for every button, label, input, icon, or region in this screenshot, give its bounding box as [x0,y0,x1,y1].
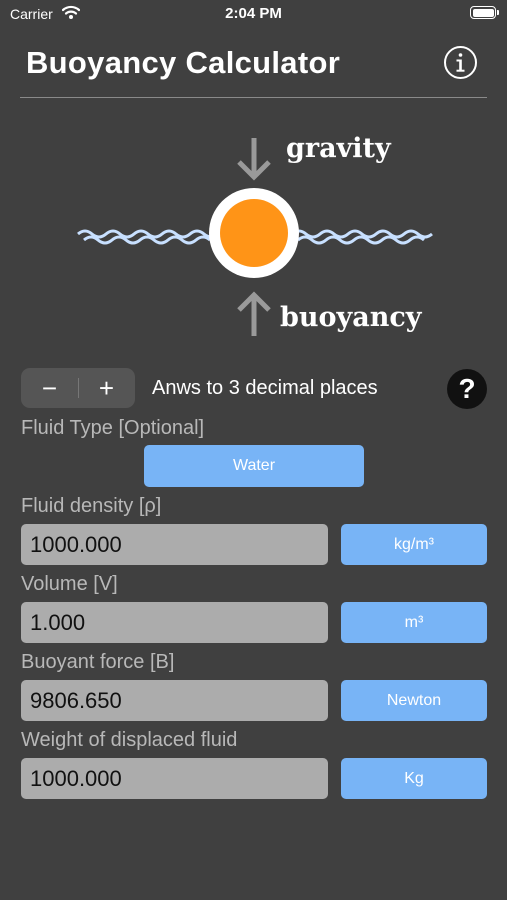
fluid-type-button[interactable]: Water [144,445,364,487]
gravity-arrow-icon [237,138,271,181]
header-divider [20,97,487,98]
app-screen: Carrier 2:04 PM Buoyancy Calculator grav… [0,0,507,900]
force-input[interactable] [21,680,328,721]
density-label: Fluid density [ρ] [21,495,162,517]
weight-unit-button[interactable]: Kg [341,758,487,799]
force-unit-button[interactable]: Newton [341,680,487,721]
fluid-type-label: Fluid Type [Optional] [21,417,205,439]
force-label: Buoyant force [B] [21,651,175,673]
floating-ball-icon [209,188,299,278]
increment-button[interactable]: + [78,368,135,408]
buoyancy-arrow-icon [237,291,271,336]
battery-icon [470,6,499,19]
status-time: 2:04 PM [225,5,282,22]
page-title: Buoyancy Calculator [26,45,341,80]
weight-input[interactable] [21,758,328,799]
volume-label: Volume [V] [21,573,118,595]
volume-unit-button[interactable]: m³ [341,602,487,643]
weight-label: Weight of displaced fluid [21,729,238,751]
info-icon[interactable] [443,45,478,80]
density-unit-button[interactable]: kg/m³ [341,524,487,565]
decimal-stepper[interactable]: − + [21,368,135,408]
gravity-label: gravity [286,133,391,164]
volume-input[interactable] [21,602,328,643]
decimal-places-label: Anws to 3 decimal places [152,377,378,399]
buoyancy-diagram: gravity buoyancy [0,130,507,345]
status-bar: Carrier 2:04 PM [0,0,507,28]
buoyancy-label: buoyancy [280,302,422,333]
help-icon[interactable]: ? [447,369,487,409]
decrement-button[interactable]: − [21,368,78,408]
density-input[interactable] [21,524,328,565]
